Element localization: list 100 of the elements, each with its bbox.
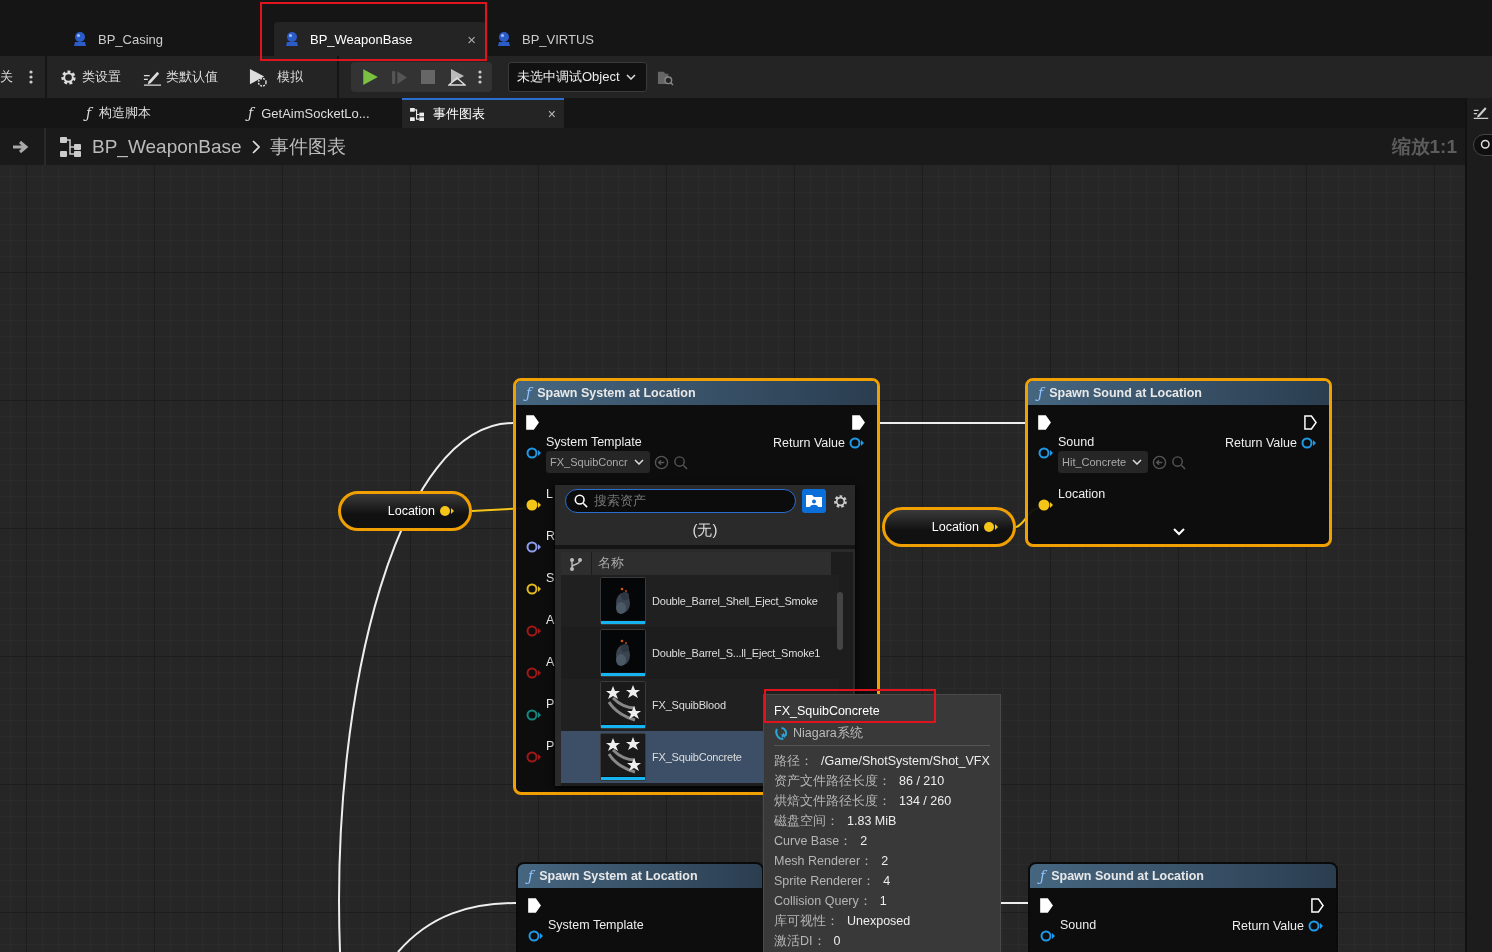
close-button[interactable]: × (467, 30, 476, 48)
close-button[interactable]: × (547, 106, 556, 122)
more-icon[interactable] (478, 70, 482, 84)
breadcrumb-item[interactable]: BP_WeaponBase (92, 135, 242, 158)
exec-pin-icon[interactable] (528, 898, 541, 913)
pin-label: L (546, 487, 553, 501)
pin-icon[interactable] (526, 447, 542, 459)
pin-label: Return Value (772, 436, 845, 450)
branch-icon[interactable] (569, 556, 583, 571)
niagara-icon (774, 725, 789, 741)
property-value: 1 (879, 894, 887, 908)
property-label: 路径： (774, 752, 813, 770)
function-node[interactable]: ƒ Spawn Sound at Location Sound Hit_Concrete Location Return Value (1025, 378, 1332, 547)
exec-pin-icon[interactable] (1040, 898, 1053, 913)
search-field[interactable]: 搜索资产 (565, 489, 796, 513)
asset-dropdown[interactable]: FX_SquibConcr (546, 451, 650, 473)
property-value: 1.83 MiB (847, 814, 897, 828)
pin-label: R (546, 529, 556, 543)
zoom-label: 缩放1:1 (1391, 134, 1457, 159)
exec-pin-icon[interactable] (526, 415, 539, 430)
pin-icon[interactable] (526, 583, 542, 595)
blueprint-icon (284, 31, 300, 47)
pin-icon[interactable] (1301, 437, 1317, 449)
asset-item[interactable]: Double_Barrel_S...ll_Eject_Smoke1 (561, 627, 839, 679)
node-title: Spawn Sound at Location (1049, 386, 1202, 400)
toolbar-button[interactable]: 模拟 (248, 67, 303, 87)
asset-dropdown[interactable]: Hit_Concrete (1058, 451, 1149, 473)
search-input[interactable]: 搜索资产 (594, 494, 774, 508)
chevron-down-icon (1132, 459, 1143, 465)
folder-button[interactable] (802, 489, 826, 513)
variable-label: Location (931, 520, 979, 534)
pin-label: P (546, 697, 555, 711)
pin-icon[interactable] (1308, 920, 1324, 932)
property-value: 2 (860, 834, 868, 848)
property-value: 4 (883, 874, 891, 888)
expand-icon[interactable] (1172, 528, 1185, 536)
pin-icon[interactable] (526, 499, 542, 511)
variable-node[interactable]: Location (338, 491, 472, 531)
breadcrumb-item[interactable]: 事件图表 (269, 133, 346, 160)
pin-label: Sound (1060, 918, 1097, 932)
arrow-right-icon[interactable] (12, 139, 30, 154)
pin-icon[interactable] (983, 521, 999, 533)
pin-label: A (546, 655, 555, 669)
function-node[interactable]: ƒ Spawn Sound at Location Sound Return Value (1028, 862, 1338, 952)
more-icon[interactable] (29, 70, 33, 84)
chevron-down-icon (625, 74, 636, 80)
property-label: Sprite Renderer： (774, 872, 876, 890)
pin-label: Sound (1058, 435, 1096, 449)
toolbar-label[interactable]: 关 (0, 68, 13, 86)
chevron-down-icon (633, 459, 644, 465)
exec-pin-icon[interactable] (1304, 415, 1317, 430)
play-icon[interactable] (361, 68, 379, 86)
property-label: 磁盘空间： (774, 812, 839, 830)
pin-label: System Template (548, 918, 644, 932)
stars-icon (601, 734, 645, 776)
variable-label: Location (387, 504, 435, 518)
search-icon (574, 494, 588, 508)
property-label: 烘焙文件路径长度： (774, 792, 891, 810)
property-label: Mesh Renderer： (774, 852, 874, 870)
toolbar-button[interactable]: 类设置 (59, 67, 121, 87)
node-title: Spawn Sound at Location (1051, 869, 1204, 883)
use-selected-icon[interactable] (653, 454, 669, 470)
graph-tab[interactable]: ƒ 构造脚本 (78, 98, 240, 128)
property-label: Collision Query： (774, 892, 872, 910)
blueprint-icon (496, 31, 512, 47)
exec-pin-icon[interactable] (852, 415, 865, 430)
property-value: 2 (881, 854, 889, 868)
graph-icon (410, 107, 425, 121)
pin-label: Return Value (1231, 919, 1304, 933)
document-tab[interactable]: BP_VIRTUS (486, 22, 698, 56)
toolbar-button[interactable]: 类默认值 (143, 67, 218, 87)
settings-icon[interactable] (832, 492, 849, 510)
document-tab[interactable]: BP_WeaponBase × (274, 22, 486, 56)
document-tab[interactable]: BP_Casing (62, 22, 274, 56)
exec-pin-icon[interactable] (1311, 898, 1324, 913)
function-node[interactable]: ƒ Spawn System at Location System Template (516, 862, 764, 952)
pin-icon[interactable] (439, 505, 455, 517)
property-value: 0 (833, 934, 841, 948)
pin-icon[interactable] (526, 541, 542, 553)
stars-icon (601, 682, 645, 724)
exec-pin-icon[interactable] (1038, 415, 1051, 430)
pin-label: P (546, 739, 555, 753)
graph-icon (60, 136, 82, 157)
graph-tab[interactable]: ƒ GetAimSocketLo... (240, 98, 402, 128)
use-selected-icon[interactable] (1152, 454, 1168, 470)
graph-tab[interactable]: 事件图表 × (402, 98, 564, 128)
eject-icon[interactable] (448, 68, 466, 86)
pin-icon[interactable] (1040, 930, 1056, 942)
pin-icon[interactable] (849, 437, 865, 449)
property-value: 86 / 210 (899, 774, 945, 788)
search-icon (1480, 139, 1492, 151)
property-label: 库可视性： (774, 912, 839, 930)
pin-icon[interactable] (1038, 447, 1054, 459)
variable-node[interactable]: Location (882, 507, 1016, 547)
blueprint-icon (72, 31, 88, 47)
exec-wire (1000, 902, 1029, 904)
pin-icon[interactable] (528, 930, 544, 942)
debug-object-dropdown[interactable]: 未选中调试Object (508, 62, 647, 92)
pin-icon[interactable] (1038, 499, 1054, 511)
simulate-icon (248, 67, 269, 87)
